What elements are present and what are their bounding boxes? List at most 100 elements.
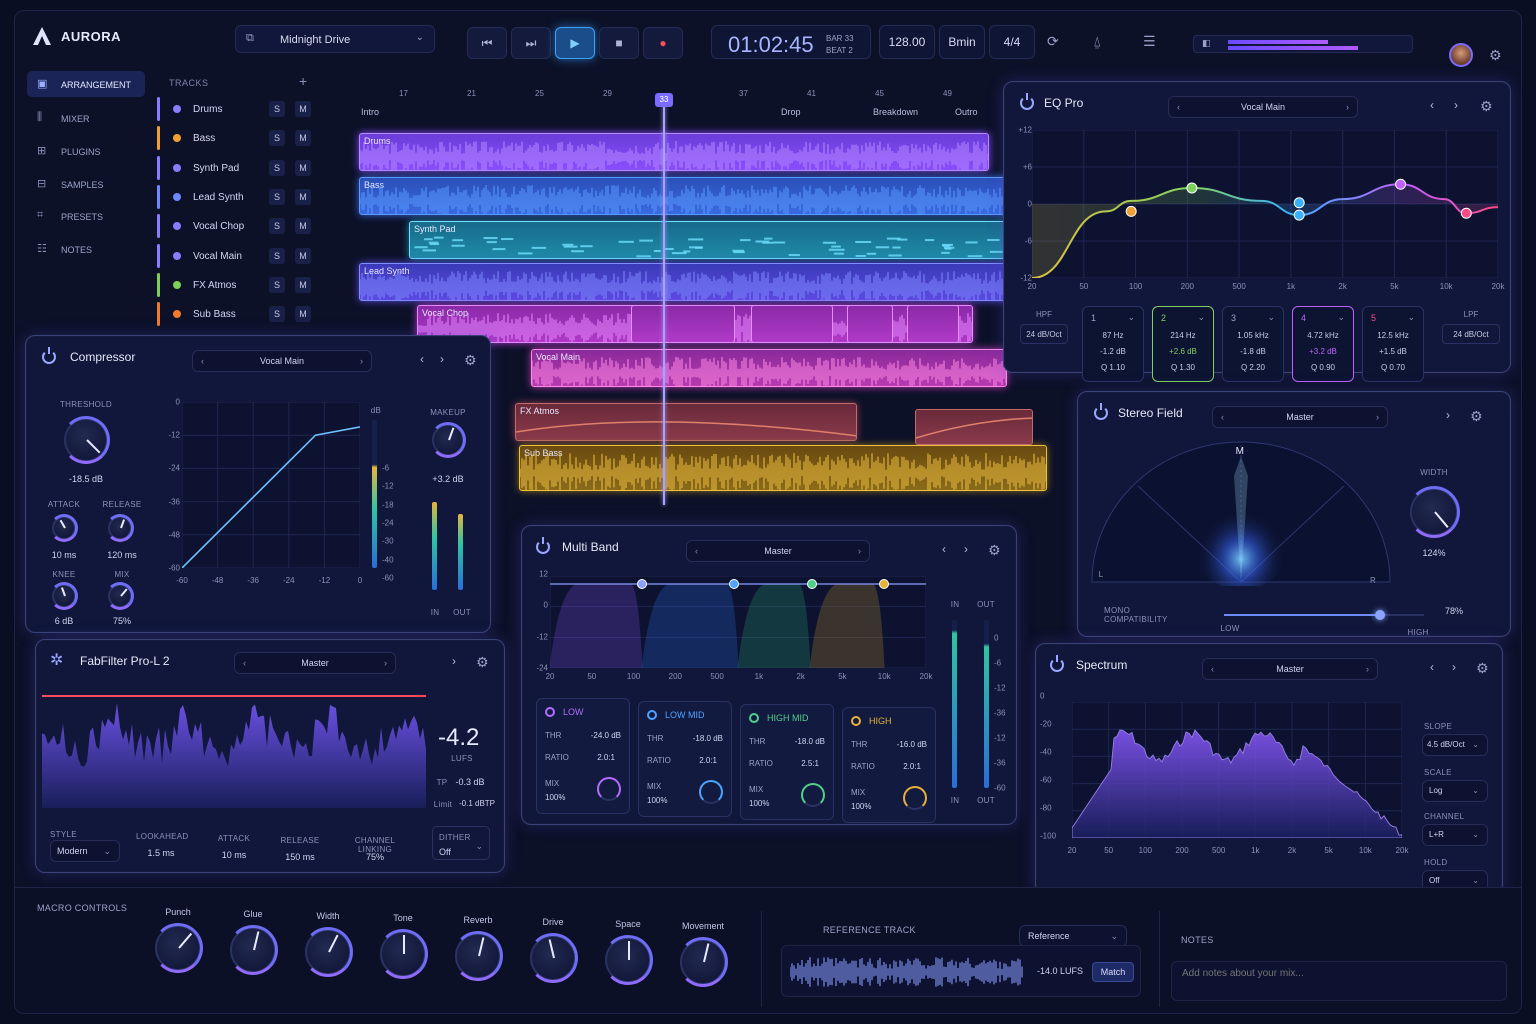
mixer-settings-button[interactable]: ☰: [1143, 33, 1156, 50]
attack-knob[interactable]: [50, 514, 78, 542]
next-icon[interactable]: ›: [1454, 98, 1458, 112]
add-track-button[interactable]: +: [299, 73, 307, 89]
clip[interactable]: Drums: [359, 133, 989, 171]
playhead-marker[interactable]: 33: [655, 93, 673, 107]
style-select[interactable]: Modern ⌄: [50, 840, 120, 862]
band-card[interactable]: LOW THR -24.0 dB RATIO 2.0:1 MIX 100%: [536, 698, 630, 814]
mute-button[interactable]: M: [295, 188, 311, 205]
chevron-left-icon[interactable]: ‹: [243, 653, 246, 673]
notes-input[interactable]: [1171, 961, 1507, 1001]
release-knob[interactable]: [106, 514, 134, 542]
play-button[interactable]: ▶: [555, 27, 595, 59]
channel-select[interactable]: L+R ⌄: [1422, 824, 1488, 846]
crossover-node[interactable]: [729, 579, 739, 589]
chevron-left-icon[interactable]: ‹: [201, 351, 204, 371]
next-icon[interactable]: ›: [1446, 408, 1450, 422]
clip[interactable]: [915, 409, 1033, 445]
knee-knob[interactable]: [50, 582, 78, 610]
clip[interactable]: Vocal Main: [531, 349, 1007, 387]
chevron-left-icon[interactable]: ‹: [1177, 97, 1180, 117]
chevron-left-icon[interactable]: ‹: [1221, 407, 1224, 427]
width-knob[interactable]: [1408, 486, 1460, 538]
makeup-knob[interactable]: [430, 422, 466, 458]
band-mix-knob[interactable]: [597, 777, 621, 801]
sidebar-item-arrangement[interactable]: ▣ ARRANGEMENT: [27, 71, 145, 97]
prev-icon[interactable]: ‹: [420, 352, 424, 366]
eq-band-card[interactable]: 2 ⌄ 214 Hz +2.6 dB Q 1.30: [1152, 306, 1214, 382]
eq-gear-icon[interactable]: ⚙: [1480, 98, 1493, 115]
spectrum-preset-selector[interactable]: ‹ Master ›: [1202, 658, 1378, 680]
mute-button[interactable]: M: [295, 101, 311, 117]
tempo-display[interactable]: 128.00: [879, 25, 935, 59]
clip[interactable]: [907, 305, 959, 343]
band-toggle-icon[interactable]: [545, 707, 555, 717]
macro-knob[interactable]: [378, 929, 428, 979]
eq-band-card[interactable]: 1 ⌄ 87 Hz -1.2 dB Q 1.10: [1082, 306, 1144, 382]
sidebar-item-presets[interactable]: ⌗ PRESETS: [27, 203, 145, 229]
eq-preset-selector[interactable]: ‹ Vocal Main ›: [1168, 96, 1358, 118]
eq-band-node[interactable]: [1395, 178, 1407, 190]
clip[interactable]: [631, 305, 735, 343]
skip-back-button[interactable]: ⏮: [467, 27, 507, 59]
eq-band-card[interactable]: 3 ⌄ 1.05 kHz -1.8 dB Q 2.20: [1222, 306, 1284, 382]
next-icon[interactable]: ›: [452, 654, 456, 668]
power-icon[interactable]: [1050, 655, 1064, 672]
skip-forward-button[interactable]: ⏭: [511, 27, 551, 59]
eq-band-card[interactable]: 4 ⌄ 4.72 kHz +3.2 dB Q 0.90: [1292, 306, 1354, 382]
next-icon[interactable]: ›: [440, 352, 444, 366]
prev-icon[interactable]: ‹: [1430, 660, 1434, 674]
track-row[interactable]: Drums S M: [155, 97, 315, 121]
mute-button[interactable]: M: [295, 306, 311, 323]
eq-curve-display[interactable]: [1032, 130, 1498, 278]
crossover-node[interactable]: [637, 579, 647, 589]
band-mix-knob[interactable]: [699, 780, 723, 804]
band-card[interactable]: LOW MID THR -18.0 dB RATIO 2.0:1 MIX 100%: [638, 701, 732, 817]
chevron-left-icon[interactable]: ‹: [1211, 659, 1214, 679]
project-selector[interactable]: ⧉ Midnight Drive ⌄: [235, 25, 435, 53]
macro-knob[interactable]: [153, 923, 203, 973]
band-toggle-icon[interactable]: [851, 716, 861, 726]
slope-select[interactable]: 4.5 dB/Oct ⌄: [1422, 734, 1488, 756]
eq-band-node[interactable]: [1293, 209, 1305, 221]
transfer-curve-display[interactable]: [182, 402, 360, 568]
comp-gear-icon[interactable]: ⚙: [464, 352, 477, 369]
clip[interactable]: [751, 305, 833, 343]
macro-knob[interactable]: [603, 935, 653, 985]
chevron-left-icon[interactable]: ‹: [695, 541, 698, 561]
band-mix-knob[interactable]: [801, 783, 825, 807]
eq-band-node[interactable]: [1186, 182, 1198, 194]
clip[interactable]: Bass: [359, 177, 1019, 215]
clip[interactable]: Lead Synth: [359, 263, 1019, 301]
next-icon[interactable]: ›: [964, 542, 968, 556]
macro-knob[interactable]: [678, 937, 728, 987]
next-icon[interactable]: ›: [1452, 660, 1456, 674]
track-row[interactable]: Vocal Main S M: [155, 243, 315, 268]
multiband-preset-selector[interactable]: ‹ Master ›: [686, 540, 870, 562]
key-display[interactable]: Bmin: [939, 25, 985, 59]
band-toggle-icon[interactable]: [749, 713, 759, 723]
mute-button[interactable]: M: [295, 218, 311, 235]
record-button[interactable]: ●: [643, 27, 683, 59]
solo-button[interactable]: S: [269, 306, 285, 323]
mono-compat-slider[interactable]: [1224, 610, 1424, 620]
solo-button[interactable]: S: [269, 276, 285, 293]
settings-gear-icon[interactable]: ⚙: [1489, 47, 1502, 64]
clip[interactable]: FX Atmos: [515, 403, 857, 441]
solo-button[interactable]: S: [269, 188, 285, 205]
eq-band-node[interactable]: [1460, 207, 1472, 219]
chevron-right-icon[interactable]: ›: [1366, 659, 1369, 679]
reference-waveform-box[interactable]: -14.0 LUFS Match: [781, 945, 1141, 997]
power-icon[interactable]: [536, 537, 550, 554]
stereo-gear-icon[interactable]: ⚙: [1470, 408, 1483, 425]
chevron-right-icon[interactable]: ›: [858, 541, 861, 561]
threshold-knob[interactable]: [62, 416, 110, 464]
sidebar-item-notes[interactable]: ☷ NOTES: [27, 236, 145, 262]
eq-hpf[interactable]: HPF 24 dB/Oct: [1014, 300, 1074, 370]
band-card[interactable]: HIGH THR -16.0 dB RATIO 2.0:1 MIX 100%: [842, 707, 936, 823]
clip[interactable]: [847, 305, 893, 343]
eq-band-node[interactable]: [1293, 197, 1305, 209]
scale-select[interactable]: Log ⌄: [1422, 780, 1488, 802]
crossover-node[interactable]: [807, 579, 817, 589]
limiter-preset-selector[interactable]: ‹ Master ›: [234, 652, 396, 674]
solo-button[interactable]: S: [269, 159, 285, 176]
